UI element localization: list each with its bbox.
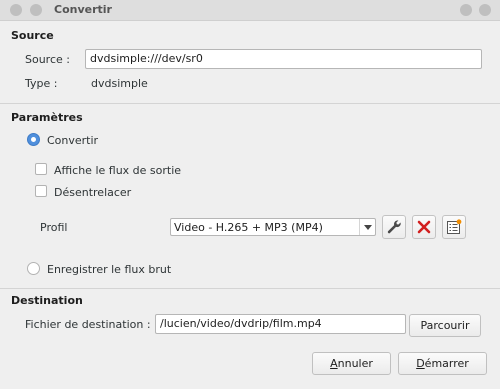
- source-label: Source :: [25, 53, 70, 66]
- window-extra-dot-icon[interactable]: [479, 4, 491, 16]
- delete-profile-button[interactable]: [412, 215, 436, 239]
- source-section-title: Source: [11, 29, 54, 42]
- delete-x-icon: [417, 220, 431, 234]
- deinterlace-label: Désentrelacer: [54, 186, 132, 199]
- section-divider: [0, 103, 500, 104]
- source-input[interactable]: dvdsimple:///dev/sr0: [85, 49, 482, 69]
- show-output-label: Affiche le flux de sortie: [54, 164, 182, 177]
- destination-section-title: Destination: [11, 294, 83, 307]
- convert-radio[interactable]: [27, 133, 40, 146]
- window-maximize-dot-icon[interactable]: [460, 4, 472, 16]
- parameters-section-title: Paramètres: [11, 111, 83, 124]
- destination-file-input[interactable]: /lucien/video/dvdrip/film.mp4: [155, 314, 406, 334]
- start-label-rest: émarrer: [424, 357, 469, 370]
- profile-select-value: Video - H.265 + MP3 (MP4): [174, 221, 323, 234]
- browse-button[interactable]: Parcourir: [409, 314, 481, 337]
- destination-file-label: Fichier de destination :: [25, 318, 151, 331]
- title-bar[interactable]: Convertir: [0, 0, 500, 21]
- deinterlace-checkbox[interactable]: [35, 185, 47, 197]
- cancel-mnemonic: A: [330, 357, 338, 370]
- raw-dump-label: Enregistrer le flux brut: [47, 263, 172, 276]
- profile-label: Profil: [40, 221, 68, 234]
- type-value: dvdsimple: [91, 77, 148, 90]
- window-title: Convertir: [54, 3, 112, 16]
- new-profile-list-icon: [447, 219, 462, 234]
- window-close-dot-icon[interactable]: [10, 4, 22, 16]
- convert-dialog: Convertir Source Source : dvdsimple:///d…: [0, 0, 500, 389]
- chevron-down-icon: [359, 219, 375, 235]
- profile-select[interactable]: Video - H.265 + MP3 (MP4): [170, 218, 376, 236]
- window-minimize-dot-icon[interactable]: [30, 4, 42, 16]
- cancel-button[interactable]: Annuler: [312, 352, 391, 375]
- start-button[interactable]: Démarrer: [398, 352, 487, 375]
- start-mnemonic: D: [416, 357, 425, 370]
- wrench-icon: [387, 220, 401, 234]
- section-divider: [0, 288, 500, 289]
- new-profile-button[interactable]: [442, 215, 466, 239]
- type-label: Type :: [25, 77, 58, 90]
- show-output-checkbox[interactable]: [35, 163, 47, 175]
- edit-profile-button[interactable]: [382, 215, 406, 239]
- cancel-label-rest: nnuler: [337, 357, 373, 370]
- raw-dump-radio[interactable]: [27, 262, 40, 275]
- convert-radio-label: Convertir: [47, 134, 99, 147]
